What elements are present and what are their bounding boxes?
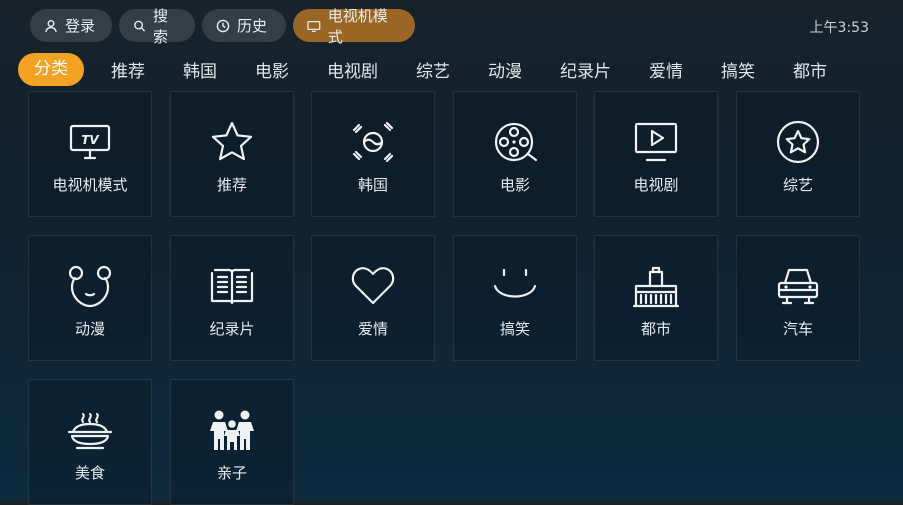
card-car[interactable]: 汽车	[736, 235, 860, 361]
card-romance[interactable]: 爱情	[311, 235, 435, 361]
card-korea[interactable]: 韩国	[311, 91, 435, 217]
star-icon	[211, 121, 253, 161]
card-label: 汽车	[782, 320, 813, 338]
history-label: 历史	[237, 17, 268, 35]
clock: 上午3:53	[809, 20, 869, 36]
card-recommend[interactable]: 推荐	[170, 91, 294, 217]
tab-movie[interactable]: 电影	[255, 57, 289, 82]
tv-small-icon	[307, 20, 321, 32]
tv-icon-text: TV	[81, 133, 100, 147]
tab-documentary[interactable]: 纪录片	[560, 57, 611, 82]
category-tabs: 分类 推荐 韩国 电影 电视剧 综艺 动漫 纪录片 爱情 搞笑 都市	[18, 52, 827, 86]
login-label: 登录	[65, 17, 96, 35]
parent-child-icon	[210, 410, 254, 450]
tab-recommend[interactable]: 推荐	[111, 57, 145, 82]
tv-icon: TV	[69, 124, 111, 160]
smile-icon	[493, 268, 537, 298]
card-label: 综艺	[782, 176, 813, 194]
heart-icon	[351, 267, 395, 305]
card-label: 电影	[499, 176, 530, 194]
login-button[interactable]: 登录	[30, 9, 112, 42]
card-label: 推荐	[216, 176, 247, 194]
film-reel-icon	[494, 122, 538, 162]
card-label: 爱情	[357, 320, 388, 338]
search-label: 搜索	[153, 6, 169, 46]
card-label: 电视剧	[633, 176, 679, 194]
card-tv-series[interactable]: 电视剧	[594, 91, 718, 217]
star-badge-icon	[776, 120, 820, 164]
card-label: 韩国	[357, 176, 388, 194]
user-icon	[45, 19, 57, 32]
food-bowl-icon	[67, 412, 113, 450]
tab-comedy[interactable]: 搞笑	[721, 57, 755, 82]
car-icon	[777, 268, 819, 305]
card-tv-mode[interactable]: TV 电视机模式	[28, 91, 152, 217]
card-comedy[interactable]: 搞笑	[453, 235, 577, 361]
card-label: 美食	[74, 464, 105, 482]
card-variety[interactable]: 综艺	[736, 91, 860, 217]
korea-flag-icon	[352, 121, 394, 163]
history-button[interactable]: 历史	[202, 9, 286, 42]
search-icon	[134, 20, 146, 32]
card-label: 动漫	[74, 320, 105, 338]
book-icon	[210, 268, 254, 305]
card-label: 亲子	[216, 464, 247, 482]
city-building-icon	[633, 266, 679, 308]
tv-mode-button[interactable]: 电视机模式	[293, 7, 415, 46]
tab-category[interactable]: 分类	[18, 52, 84, 86]
card-urban[interactable]: 都市	[594, 235, 718, 361]
card-anime[interactable]: 动漫	[28, 235, 152, 361]
search-button[interactable]: 搜索	[119, 7, 195, 46]
card-label: 电视机模式	[52, 176, 128, 194]
tab-urban[interactable]: 都市	[793, 57, 827, 82]
card-parent-child[interactable]: 亲子	[170, 379, 294, 505]
card-documentary[interactable]: 纪录片	[170, 235, 294, 361]
card-label: 都市	[640, 320, 671, 338]
tab-korea[interactable]: 韩国	[183, 57, 217, 82]
bear-icon	[68, 265, 112, 308]
tab-variety[interactable]: 综艺	[416, 57, 450, 82]
play-screen-icon	[634, 122, 678, 162]
card-food[interactable]: 美食	[28, 379, 152, 505]
card-label: 纪录片	[209, 320, 255, 338]
top-bar: 登录 搜索 历史 电视机模式	[30, 7, 415, 46]
tab-tv-series[interactable]: 电视剧	[327, 57, 378, 82]
card-movie[interactable]: 电影	[453, 91, 577, 217]
card-label: 搞笑	[499, 320, 530, 338]
tab-anime[interactable]: 动漫	[488, 57, 522, 82]
tab-romance[interactable]: 爱情	[649, 57, 683, 82]
clock-icon	[216, 19, 230, 32]
tv-mode-label: 电视机模式	[327, 6, 388, 46]
